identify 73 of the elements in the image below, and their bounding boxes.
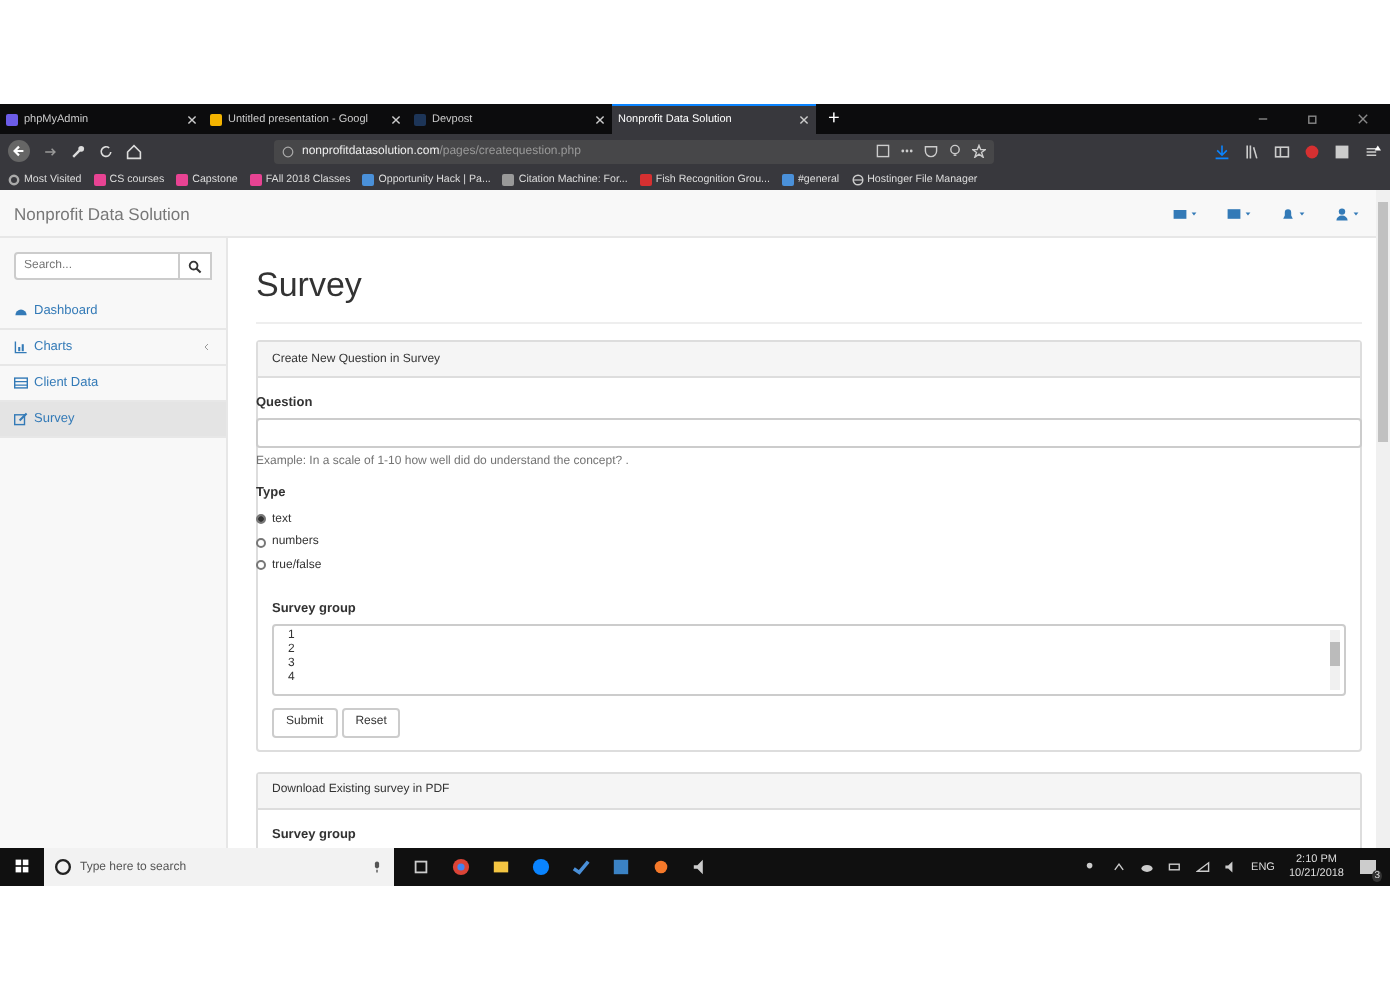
- tab-favicon-icon: [6, 113, 18, 125]
- browser-icon: [532, 858, 550, 876]
- bookmark-favicon-icon: [502, 173, 515, 185]
- bookmark-favicon-icon: [93, 173, 106, 185]
- bookmark-favicon-icon: [362, 173, 375, 185]
- new-tab-button[interactable]: +: [816, 104, 852, 134]
- app-icon: [612, 858, 630, 876]
- forward-icon: [42, 143, 58, 159]
- question-input-field[interactable]: [256, 418, 1362, 448]
- globe-icon: [851, 173, 864, 185]
- navbar-dropdown[interactable]: [1226, 205, 1252, 221]
- wrench-icon: [70, 143, 86, 159]
- windows-icon: [14, 857, 30, 873]
- navbar-dropdown[interactable]: [1334, 205, 1360, 221]
- close-icon: [186, 113, 198, 125]
- navbar-dropdown[interactable]: [1280, 205, 1306, 221]
- more-icon: [900, 144, 914, 158]
- caret-icon: [1190, 209, 1198, 217]
- radio-button[interactable]: [256, 514, 266, 525]
- bell-icon: [1280, 205, 1296, 221]
- reload-icon: [98, 143, 114, 159]
- microphone-icon: [370, 860, 384, 874]
- caret-icon: [1352, 209, 1360, 217]
- menu-icon: [1364, 143, 1382, 159]
- home-icon: [126, 143, 142, 159]
- tab-favicon-icon: [210, 113, 222, 125]
- tab-favicon-icon: [414, 113, 426, 125]
- table-icon: [14, 376, 28, 390]
- library-icon: [1244, 143, 1260, 159]
- bar-chart-icon: [14, 340, 28, 354]
- info-icon: [282, 145, 294, 157]
- radio-button[interactable]: [256, 537, 266, 548]
- edit-icon: [14, 412, 28, 426]
- page-title: Survey: [256, 238, 1362, 324]
- user-icon: [1334, 205, 1350, 221]
- bookmark-favicon-icon: [639, 173, 652, 185]
- reader-icon: [876, 144, 890, 158]
- search-button[interactable]: [180, 252, 212, 280]
- folder-icon: [492, 858, 510, 876]
- volume-icon: [1223, 860, 1238, 874]
- minimize-icon: [1256, 112, 1270, 126]
- envelope-icon: [1172, 205, 1188, 221]
- sidebar-icon: [1274, 143, 1290, 159]
- bookmark-favicon-icon: [781, 173, 794, 185]
- download-icon: [1214, 143, 1230, 159]
- close-icon: [594, 113, 606, 125]
- dashboard-icon: [14, 304, 28, 318]
- navbar-dropdown[interactable]: [1172, 205, 1198, 221]
- search-icon: [188, 259, 202, 273]
- radio-button[interactable]: [256, 560, 266, 571]
- lightbulb-icon: [948, 144, 962, 158]
- star-icon: [972, 144, 986, 158]
- browser-icon: [452, 858, 470, 876]
- close-icon: [1356, 112, 1370, 126]
- checkmark-icon: [572, 858, 590, 876]
- list-icon: [1226, 205, 1242, 221]
- circle-icon: [54, 858, 72, 876]
- scrollbar[interactable]: [1376, 190, 1390, 848]
- caret-icon: [1244, 209, 1252, 217]
- notification-icon: [1358, 857, 1378, 877]
- caret-icon: [1298, 209, 1306, 217]
- brand-title[interactable]: Nonprofit Data Solution: [14, 203, 190, 223]
- bookmark-favicon-icon: [249, 173, 262, 185]
- chevron-up-icon: [1111, 860, 1126, 874]
- back-icon: [8, 140, 30, 162]
- task-view-icon: [412, 858, 430, 876]
- cloud-icon: [1139, 860, 1154, 874]
- battery-icon: [1167, 860, 1182, 874]
- blender-icon: [652, 858, 670, 876]
- close-icon: [390, 113, 402, 125]
- bookmark-favicon-icon: [176, 173, 189, 185]
- close-icon: [798, 114, 810, 126]
- restore-icon: [1306, 112, 1320, 126]
